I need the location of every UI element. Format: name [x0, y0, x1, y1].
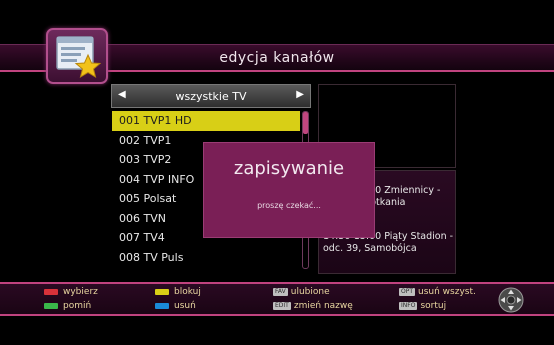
saving-dialog: zapisywanie proszę czekać...	[203, 142, 375, 238]
navigation-pad-icon	[498, 287, 524, 313]
dialog-title: zapisywanie	[233, 158, 345, 179]
legend-lock: blokuj	[155, 286, 201, 298]
channel-edit-star-icon	[46, 28, 108, 84]
list-filter-label: wszystkie TV	[175, 90, 247, 103]
legend-favourites: FAV ulubione	[273, 287, 330, 297]
list-item[interactable]: 008 TV Puls	[112, 248, 300, 268]
legend-skip: pomiń	[44, 300, 91, 312]
info-key-icon: INFO	[399, 301, 418, 310]
legend-select: wybierz	[44, 286, 98, 298]
opt-key-icon: OPT	[399, 287, 416, 296]
blue-key-icon	[155, 302, 169, 309]
list-item[interactable]: 001 TVP1 HD	[112, 111, 300, 131]
yellow-key-icon	[155, 288, 169, 295]
scroll-thumb[interactable]	[303, 112, 308, 134]
green-key-icon	[44, 302, 58, 309]
edit-key-icon: EDIT	[273, 301, 291, 310]
legend-sort: INFO sortuj	[399, 301, 447, 311]
dialog-message: proszę czekać...	[257, 201, 321, 210]
legend-rename: EDIT zmień nazwę	[273, 301, 353, 311]
list-filter-selector[interactable]: ◀ wszystkie TV ▶	[111, 84, 311, 108]
arrow-right-icon[interactable]: ▶	[296, 89, 304, 100]
legend-delete: usuń	[155, 300, 196, 312]
fav-key-icon: FAV	[273, 287, 288, 296]
red-key-icon	[44, 288, 58, 295]
legend-delete-all: OPT usuń wszyst.	[399, 287, 476, 297]
